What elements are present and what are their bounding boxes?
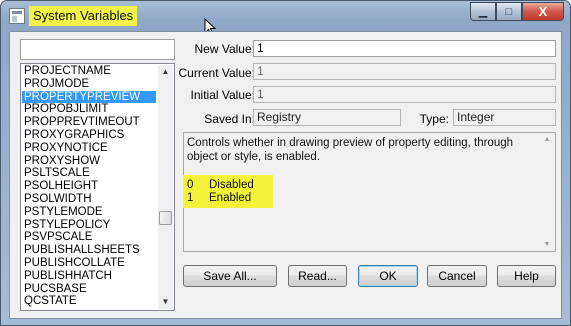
cancel-button[interactable]: Cancel	[427, 265, 487, 287]
window-app-icon	[9, 8, 25, 24]
option-row-disabled: 0 Disabled	[187, 179, 254, 192]
type-field: Integer	[453, 109, 556, 126]
variable-list-item[interactable]: PUBLISHALLSHEETS	[22, 244, 156, 257]
variable-list-item[interactable]: PSTYLEPOLICY	[22, 219, 156, 232]
description-scrollbar[interactable]: ▲ ▼	[540, 134, 554, 250]
variable-list-item[interactable]: PSLTSCALE	[22, 167, 156, 180]
ok-button[interactable]: OK	[358, 265, 418, 287]
variable-list-item[interactable]: PSOLWIDTH	[22, 193, 156, 206]
variable-list-item[interactable]: PUCSBASE	[22, 283, 156, 296]
option-label: Disabled	[209, 179, 254, 191]
scroll-down-arrow-icon[interactable]: ▼	[158, 295, 173, 309]
read-button[interactable]: Read...	[288, 265, 347, 287]
variable-list-item[interactable]: PUBLISHCOLLATE	[22, 257, 156, 270]
scroll-thumb[interactable]	[159, 211, 172, 225]
variable-list-item[interactable]: PROPPREVTIMEOUT	[22, 116, 156, 129]
saved-in-label: Saved In:	[204, 112, 255, 126]
variable-list-item[interactable]: PROJECTNAME	[22, 65, 156, 78]
variable-list-item[interactable]: PSVPSCALE	[22, 231, 156, 244]
scroll-up-arrow-icon[interactable]: ▲	[540, 136, 554, 143]
title-bar[interactable]: System Variables ▁ □ X	[1, 1, 570, 36]
close-button[interactable]: X	[522, 2, 564, 21]
option-label: Enabled	[209, 192, 252, 204]
save-all-button[interactable]: Save All...	[183, 265, 277, 287]
scroll-up-arrow-icon[interactable]: ▲	[158, 65, 173, 79]
close-icon: X	[538, 4, 548, 19]
new-value-label: New Value:	[194, 42, 255, 56]
initial-value-field: 1	[253, 86, 556, 103]
variable-list-item[interactable]: PROXYGRAPHICS	[22, 129, 156, 142]
option-row-enabled: 1 Enabled	[187, 192, 251, 205]
variable-list-item[interactable]: PROJMODE	[22, 78, 156, 91]
maximize-icon: □	[505, 5, 513, 18]
variable-list-item[interactable]: PSTYLEMODE	[22, 206, 156, 219]
current-value-label: Current Value:	[178, 66, 255, 80]
option-value: 0	[187, 179, 194, 191]
dialog-body: PROJECTNAME PROJMODE PROPERTYPREVIEW PROPOB…	[9, 31, 562, 319]
system-variables-window: System Variables ▁ □ X PROJECTNAME PROJMO…	[0, 0, 571, 326]
description-paragraph: Controls whether in drawing preview of p…	[187, 137, 514, 163]
initial-value-label: Initial Value:	[190, 88, 255, 102]
variable-list-items: PROJECTNAME PROJMODE PROPERTYPREVIEW PROPOB…	[22, 65, 156, 308]
variable-list-item[interactable]: PSOLHEIGHT	[22, 180, 156, 193]
variable-search-input[interactable]	[20, 39, 175, 60]
variable-list-scrollbar[interactable]: ▲ ▼	[158, 65, 173, 309]
scroll-down-arrow-icon[interactable]: ▼	[540, 241, 554, 248]
variable-list[interactable]: PROJECTNAME PROJMODE PROPERTYPREVIEW PROPOB…	[20, 63, 175, 311]
window-title: System Variables	[29, 6, 138, 26]
minimize-icon: ▁	[478, 6, 488, 18]
minimize-button[interactable]: ▁	[470, 2, 496, 21]
description-text: Controls whether in drawing preview of p…	[183, 136, 532, 208]
maximize-button[interactable]: □	[496, 2, 522, 21]
variable-list-item[interactable]: PROPOBJLIMIT	[22, 103, 156, 116]
new-value-input[interactable]: 1	[253, 40, 556, 57]
current-value-field: 1	[253, 63, 556, 80]
help-button[interactable]: Help	[497, 265, 556, 287]
window-controls: ▁ □ X	[470, 2, 564, 22]
type-label: Type:	[419, 112, 449, 126]
variable-list-item[interactable]: PROXYNOTICE	[22, 142, 156, 155]
saved-in-field: Registry	[253, 109, 401, 126]
variable-list-item[interactable]: PROPERTYPREVIEW	[22, 90, 156, 104]
variable-list-item[interactable]: QCSTATE	[22, 295, 156, 308]
option-value: 1	[187, 192, 194, 204]
description-box[interactable]: Controls whether in drawing preview of p…	[183, 132, 556, 252]
variable-list-item[interactable]: PROXYSHOW	[22, 155, 156, 168]
variable-list-item[interactable]: PUBLISHHATCH	[22, 270, 156, 283]
